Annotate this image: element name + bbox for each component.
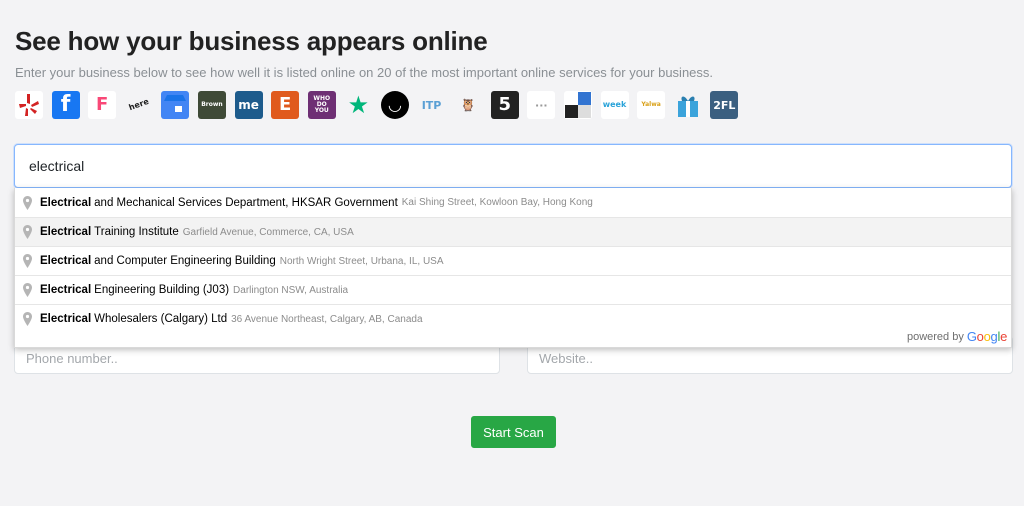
foursquare-icon: F xyxy=(88,91,117,119)
autocomplete-suggestion[interactable]: Electrical and Mechanical Services Depart… xyxy=(15,188,1011,217)
suggestion-match-text: Electrical xyxy=(40,313,92,325)
suggestion-address-text: Kai Shing Street, Kowloon Bay, Hong Kong xyxy=(401,197,593,208)
suggestion-address-text: Darlington NSW, Australia xyxy=(233,284,349,296)
suggestion-match-text: Electrical xyxy=(40,226,92,238)
gift-box-icon xyxy=(673,91,702,119)
powered-by-google: powered by Google xyxy=(907,329,1007,344)
trustpilot-star-icon: ★ xyxy=(344,91,373,119)
yalwa-icon: Yalwa xyxy=(637,91,666,119)
location-pin-icon xyxy=(21,195,33,211)
delicious-blocks-icon xyxy=(563,91,592,119)
suggestion-address-text: North Wright Street, Urbana, IL, USA xyxy=(279,255,444,267)
etsy-e-icon: E xyxy=(271,91,300,119)
five-icon: 5 xyxy=(490,91,519,119)
business-search-box[interactable] xyxy=(14,144,1012,188)
suggestion-name-text: and Computer Engineering Building xyxy=(94,255,276,267)
page-subtitle: Enter your business below to see how wel… xyxy=(15,65,714,80)
start-scan-button[interactable]: Start Scan xyxy=(471,416,556,448)
powered-by-label: powered by xyxy=(906,330,964,343)
facebook-icon: f xyxy=(51,91,80,119)
here-icon: here xyxy=(120,87,157,123)
location-pin-icon xyxy=(21,282,33,298)
cylex-me-icon: me xyxy=(234,91,263,119)
who-do-you-icon: WHO DO YOU xyxy=(307,91,336,119)
yelp-icon xyxy=(15,91,43,119)
location-pin-icon xyxy=(21,224,33,240)
placeholder-logo-icon: ··· xyxy=(527,91,556,119)
suggestion-address-text: 36 Avenue Northeast, Calgary, AB, Canada xyxy=(231,313,423,325)
autocomplete-dropdown: Electrical and Mechanical Services Depart… xyxy=(14,188,1012,348)
location-pin-icon xyxy=(21,253,33,269)
nextdoor-smile-icon: ◡ xyxy=(380,91,409,119)
suggestion-match-text: Electrical xyxy=(40,284,92,296)
page-title: See how your business appears online xyxy=(15,26,488,56)
owl-icon: 🦉 xyxy=(454,91,483,119)
service-icon-row: f Fhere Brown me E WHO DO YOU ★ ◡ ITP 🦉 5 ··· week Ya… xyxy=(15,87,747,123)
suggestion-name-text: Wholesalers (Calgary) Ltd xyxy=(94,313,228,325)
business-search-input[interactable] xyxy=(15,145,1011,187)
2fl-icon: 2FL xyxy=(710,91,739,119)
autocomplete-suggestion[interactable]: Electrical Wholesalers (Calgary) Ltd 36 Av… xyxy=(15,304,1011,333)
suggestion-match-text: Electrical xyxy=(40,196,92,209)
google-my-business-icon xyxy=(161,91,190,119)
suggestion-match-text: Electrical xyxy=(40,255,92,267)
suggestion-name-text: and Mechanical Services Department, HKSA… xyxy=(94,196,398,209)
autocomplete-suggestion[interactable]: Electrical Training Institute Garfield Ave… xyxy=(15,217,1011,246)
location-pin-icon xyxy=(21,311,33,327)
autocomplete-suggestion[interactable]: Electrical Engineering Building (J03) Darl… xyxy=(15,275,1011,304)
autocomplete-suggestion[interactable]: Electrical and Computer Engineering Build… xyxy=(15,246,1011,275)
weekend-icon: week xyxy=(600,91,629,119)
suggestion-address-text: Garfield Avenue, Commerce, CA, USA xyxy=(182,226,354,238)
google-logo-icon: Google xyxy=(966,329,1007,344)
suggestion-name-text: Training Institute xyxy=(94,226,179,238)
suggestion-name-text: Engineering Building (J03) xyxy=(94,284,230,296)
brownbook-icon: Brown xyxy=(197,91,226,119)
tupalo-icon: ITP xyxy=(417,91,446,119)
